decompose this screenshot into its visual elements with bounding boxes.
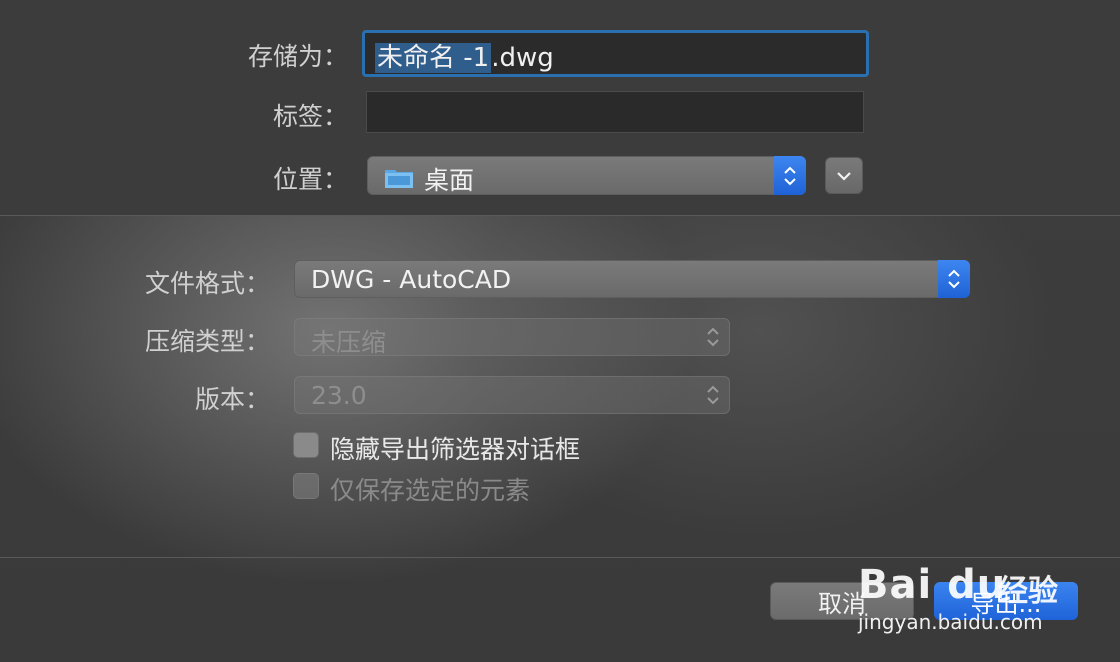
location-label: 位置： — [272, 165, 348, 194]
file-format-popup[interactable]: DWG - AutoCAD — [294, 260, 970, 298]
compression-stepper-icon — [703, 319, 723, 355]
section-divider — [0, 215, 1120, 216]
file-format-value: DWG - AutoCAD — [311, 265, 512, 294]
compression-label: 压缩类型： — [144, 327, 270, 356]
compression-popup: 未压缩 — [294, 318, 730, 357]
filename-extension: .dwg — [491, 43, 554, 73]
folder-icon — [384, 166, 414, 195]
file-format-stepper-icon — [938, 260, 970, 298]
watermark-jingyan: 经验 — [998, 574, 1058, 609]
file-format-label: 文件格式： — [144, 269, 270, 298]
baidu-jingyan-watermark: Bai du 经验 jingyan.baidu.com — [858, 540, 1088, 640]
location-value: 桌面 — [424, 166, 475, 195]
version-stepper-icon — [703, 377, 723, 413]
tags-input[interactable] — [366, 91, 864, 133]
version-value: 23.0 — [311, 381, 367, 410]
export-dialog: 存储为： 未命名 -1.dwg 标签： 位置： 桌面 文件格式： DWG - A… — [0, 0, 1120, 662]
save-selected-only-checkbox — [293, 473, 319, 499]
tags-label: 标签： — [272, 102, 348, 131]
filename-input[interactable]: 未命名 -1.dwg — [362, 30, 869, 77]
location-popup[interactable]: 桌面 — [367, 156, 806, 195]
compression-value: 未压缩 — [311, 328, 387, 357]
location-stepper-icon — [774, 156, 806, 195]
filename-selected-text: 未命名 -1 — [375, 43, 492, 73]
expand-dialog-button[interactable] — [825, 157, 863, 194]
watermark-url: jingyan.baidu.com — [858, 610, 1043, 634]
hide-export-filter-label[interactable]: 隐藏导出筛选器对话框 — [330, 430, 580, 466]
save-selected-only-label: 仅保存选定的元素 — [330, 476, 531, 505]
watermark-logo: Bai du — [858, 562, 1007, 608]
version-label: 版本： — [194, 385, 270, 414]
hide-export-filter-checkbox[interactable] — [293, 432, 319, 458]
chevron-down-icon — [836, 166, 852, 185]
save-as-label: 存储为： — [247, 42, 348, 71]
version-popup: 23.0 — [294, 376, 730, 414]
